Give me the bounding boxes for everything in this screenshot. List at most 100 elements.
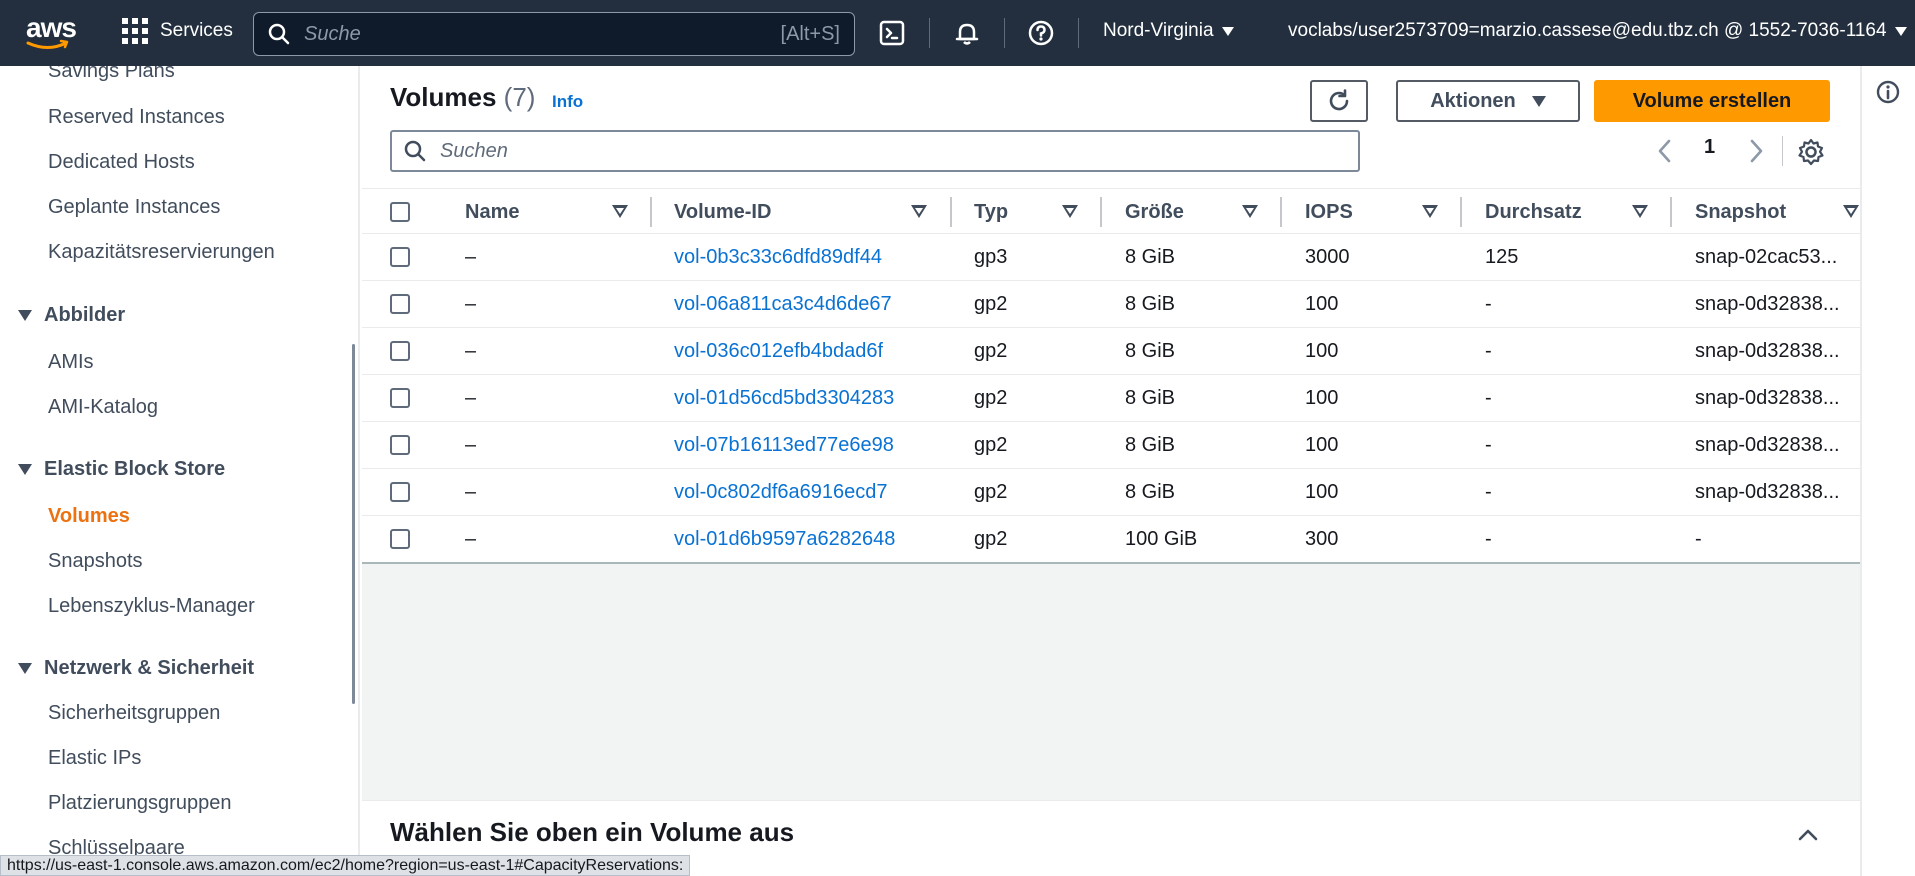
column-header-iops[interactable]: IOPS <box>1305 189 1353 235</box>
chevron-up-icon[interactable] <box>1798 825 1818 845</box>
services-menu-button[interactable]: Services <box>122 18 233 44</box>
sidebar-item-volumes[interactable]: Volumes <box>48 505 130 528</box>
details-title: Wählen Sie oben ein Volume aus <box>390 817 795 847</box>
cloudshell-icon[interactable] <box>876 17 908 49</box>
sidebar-item-scheduled-instances[interactable]: Geplante Instances <box>48 196 220 219</box>
cell-iops: 100 <box>1305 293 1339 315</box>
top-navigation: aws Services Suche [Alt+S] Nord-Virginia… <box>0 0 1915 66</box>
row-checkbox[interactable] <box>390 435 410 455</box>
sidebar-item-dedicated-hosts[interactable]: Dedicated Hosts <box>48 151 195 174</box>
cell-size: 8 GiB <box>1125 340 1176 362</box>
column-header-throughput[interactable]: Durchsatz <box>1485 189 1582 235</box>
account-menu[interactable]: voclabs/user2573709=marzio.cassese@edu.t… <box>1288 20 1907 42</box>
sidebar-section-images[interactable]: Abbilder <box>18 304 125 327</box>
cell-iops: 100 <box>1305 434 1339 456</box>
volumes-count: (7) <box>503 82 536 112</box>
sidebar-item-reserved-instances[interactable]: Reserved Instances <box>48 106 225 129</box>
sidebar-section-network[interactable]: Netzwerk & Sicherheit <box>18 657 254 680</box>
next-page-icon[interactable] <box>1747 138 1765 164</box>
info-panel-icon[interactable] <box>1876 80 1900 104</box>
settings-gear-icon[interactable] <box>1797 138 1825 166</box>
sort-icon[interactable] <box>1632 205 1648 218</box>
caret-down-icon <box>1221 26 1234 36</box>
column-header-snapshot[interactable]: Snapshot <box>1695 189 1786 235</box>
cell-snapshot: snap-0d32838... <box>1695 340 1840 362</box>
sidebar-item-security-groups[interactable]: Sicherheitsgruppen <box>48 702 220 725</box>
help-icon[interactable] <box>1025 17 1057 49</box>
volumes-search-placeholder: Suchen <box>440 139 508 162</box>
previous-page-icon[interactable] <box>1656 138 1674 164</box>
column-header-size[interactable]: Größe <box>1125 189 1184 235</box>
sidebar-item-capacity-reservations[interactable]: Kapazitätsreservierungen <box>48 241 275 264</box>
volumes-table-panel: Volumes (7) Info Aktionen Volume erstell… <box>362 66 1860 564</box>
table-row[interactable]: – vol-01d6b9597a6282648 gp2 100 GiB 300 … <box>362 516 1860 563</box>
table-row[interactable]: – vol-01d56cd5bd3304283 gp2 8 GiB 100 - … <box>362 375 1860 422</box>
row-checkbox[interactable] <box>390 247 410 267</box>
cell-name: – <box>465 387 477 409</box>
sort-icon[interactable] <box>1843 205 1859 218</box>
column-resizer[interactable] <box>1100 197 1102 227</box>
cell-volume-id-link[interactable]: vol-06a811ca3c4d6de67 <box>674 281 892 328</box>
sidebar-item-snapshots[interactable]: Snapshots <box>48 550 143 573</box>
cell-iops: 100 <box>1305 387 1339 409</box>
column-resizer[interactable] <box>1280 197 1282 227</box>
column-header-name[interactable]: Name <box>465 189 519 235</box>
actions-label: Aktionen <box>1430 89 1516 112</box>
row-checkbox[interactable] <box>390 529 410 549</box>
sort-icon[interactable] <box>1422 205 1438 218</box>
info-link[interactable]: Info <box>552 92 583 112</box>
cell-volume-id-link[interactable]: vol-01d56cd5bd3304283 <box>674 375 894 422</box>
sidebar-section-ebs[interactable]: Elastic Block Store <box>18 458 225 481</box>
sort-icon[interactable] <box>612 205 628 218</box>
sidebar-item-placement-groups[interactable]: Platzierungsgruppen <box>48 792 231 815</box>
sidebar-item-lifecycle-manager[interactable]: Lebenszyklus-Manager <box>48 595 255 618</box>
column-header-type[interactable]: Typ <box>974 189 1008 235</box>
cell-volume-id-link[interactable]: vol-0c802df6a6916ecd7 <box>674 469 888 516</box>
cell-throughput: - <box>1485 387 1492 409</box>
cell-volume-id-link[interactable]: vol-07b16113ed77e6e98 <box>674 422 894 469</box>
sort-icon[interactable] <box>911 205 927 218</box>
row-checkbox[interactable] <box>390 341 410 361</box>
cell-type: gp2 <box>974 387 1008 409</box>
table-row[interactable]: – vol-0b3c33c6dfd89df44 gp3 8 GiB 3000 1… <box>362 234 1860 281</box>
sort-icon[interactable] <box>1062 205 1078 218</box>
volumes-search-input[interactable]: Suchen <box>390 130 1360 172</box>
services-label: Services <box>160 20 233 41</box>
cell-volume-id-link[interactable]: vol-01d6b9597a6282648 <box>674 516 895 563</box>
table-header: Name Volume-ID Typ Größe IOPS Durchsatz … <box>362 188 1860 234</box>
refresh-button[interactable] <box>1310 80 1368 122</box>
cell-volume-id-link[interactable]: vol-0b3c33c6dfd89df44 <box>674 234 882 281</box>
actions-dropdown-button[interactable]: Aktionen <box>1396 80 1580 122</box>
row-checkbox[interactable] <box>390 482 410 502</box>
create-volume-button[interactable]: Volume erstellen <box>1594 80 1830 122</box>
table-row[interactable]: – vol-06a811ca3c4d6de67 gp2 8 GiB 100 - … <box>362 281 1860 328</box>
table-row[interactable]: – vol-07b16113ed77e6e98 gp2 8 GiB 100 - … <box>362 422 1860 469</box>
table-row[interactable]: – vol-036c012efb4bdad6f gp2 8 GiB 100 - … <box>362 328 1860 375</box>
cell-size: 8 GiB <box>1125 293 1176 315</box>
sidebar-item-elastic-ips[interactable]: Elastic IPs <box>48 747 141 770</box>
column-resizer[interactable] <box>650 197 652 227</box>
column-header-volume-id[interactable]: Volume-ID <box>674 189 771 235</box>
select-all-checkbox[interactable] <box>390 202 410 222</box>
bell-icon[interactable] <box>951 17 983 49</box>
caret-down-icon <box>18 310 32 321</box>
sidebar-scrollbar[interactable] <box>352 344 355 704</box>
row-checkbox[interactable] <box>390 294 410 314</box>
cell-snapshot: snap-0d32838... <box>1695 387 1840 409</box>
aws-logo[interactable]: aws <box>24 12 77 52</box>
row-checkbox[interactable] <box>390 388 410 408</box>
cell-volume-id-link[interactable]: vol-036c012efb4bdad6f <box>674 328 883 375</box>
sidebar-item-ami-catalog[interactable]: AMI-Katalog <box>48 396 158 419</box>
sort-icon[interactable] <box>1242 205 1258 218</box>
column-resizer[interactable] <box>1670 197 1672 227</box>
cell-name: – <box>465 246 477 268</box>
caret-down-icon <box>1894 26 1907 36</box>
column-resizer[interactable] <box>1460 197 1462 227</box>
sidebar-item-savings-plans[interactable]: Savings Plans <box>48 66 175 83</box>
region-selector[interactable]: Nord-Virginia <box>1103 20 1234 42</box>
global-search-input[interactable]: Suche [Alt+S] <box>253 12 855 56</box>
table-row[interactable]: – vol-0c802df6a6916ecd7 gp2 8 GiB 100 - … <box>362 469 1860 516</box>
current-page-number[interactable]: 1 <box>1704 136 1715 159</box>
column-resizer[interactable] <box>950 197 952 227</box>
sidebar-item-amis[interactable]: AMIs <box>48 351 94 374</box>
